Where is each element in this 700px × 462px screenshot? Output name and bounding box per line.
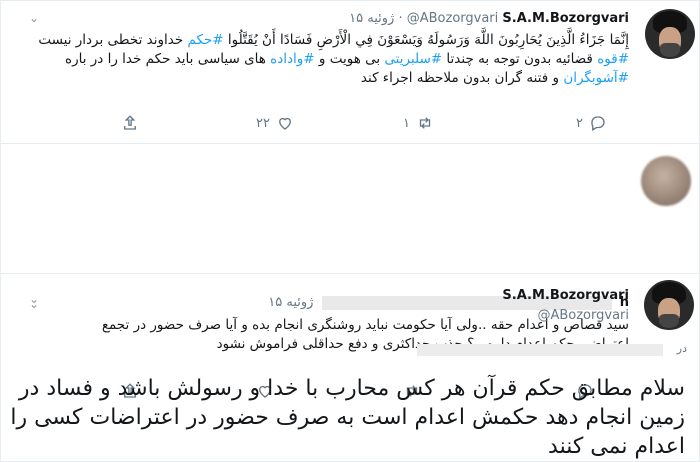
separator: · xyxy=(398,11,403,26)
avatar-beard xyxy=(659,314,679,328)
text-segment: قضائیه بدون توجه به چندتا xyxy=(442,51,598,67)
hashtag-link[interactable]: #آشوبگران xyxy=(563,70,629,86)
reply-prefix: در xyxy=(676,342,687,355)
hashtag-link[interactable]: #سلبریتی xyxy=(384,51,442,67)
retweet-count: ۱ xyxy=(403,115,410,131)
avatar-beard xyxy=(660,43,680,57)
hashtag-link[interactable]: #قوه xyxy=(597,51,629,67)
reply-count: ۲ xyxy=(576,115,583,131)
share-button[interactable] xyxy=(121,113,139,133)
tweet-2[interactable]: ⌄ ۱۵ ژوئیه h سید قصاص و اعدام حقه ..ولی … xyxy=(1,144,699,399)
tweet-date[interactable]: ۱۵ ژوئیه xyxy=(349,11,394,26)
retweet-button[interactable]: ۱ xyxy=(403,113,434,133)
retweet-icon xyxy=(419,117,431,129)
user-handle[interactable]: @ABozorgvari xyxy=(407,11,499,26)
avatar[interactable] xyxy=(645,9,695,59)
tweet-header: ۱۵ ژوئیه · @ABozorgvari S.A.M.Bozorgvari xyxy=(349,11,629,26)
hashtag-link[interactable]: #واداده xyxy=(270,51,314,67)
text-segment: إِنَّمَا جَزَاءُ الَّذِينَ يُحَارِبُونَ … xyxy=(223,32,629,48)
like-count: ۲۲ xyxy=(256,115,270,131)
hashtag-link[interactable]: #حکم xyxy=(187,32,223,48)
share-icon xyxy=(124,115,136,130)
text-segment: های سیاسی باید حکم خدا را در باره xyxy=(65,51,271,67)
tweet-header: S.A.M.Bozorgvari @ABozorgvari xyxy=(502,286,629,326)
reply-icon xyxy=(591,116,605,131)
tweet-text: إِنَّمَا جَزَاءُ الَّذِينَ يُحَارِبُونَ … xyxy=(29,31,629,88)
user-name[interactable]: S.A.M.Bozorgvari xyxy=(502,286,629,306)
user-handle[interactable]: @ABozorgvari xyxy=(502,306,629,326)
heart-icon xyxy=(279,117,291,130)
tweet-thread: ⌄ ۱۵ ژوئیه · @ABozorgvari S.A.M.Bozorgva… xyxy=(0,0,700,462)
chevron-down-icon[interactable]: ⌄ xyxy=(29,293,39,305)
reply-button[interactable]: ۲ xyxy=(576,113,607,133)
avatar[interactable] xyxy=(644,280,694,330)
like-button[interactable]: ۲۲ xyxy=(256,113,294,133)
chevron-down-icon[interactable]: ⌄ xyxy=(29,12,39,24)
tweet-text: سلام مطابق حکم قرآن هر کس محارب با خدا و… xyxy=(10,376,685,459)
avatar[interactable] xyxy=(641,156,691,206)
tweet-actions: ۲۲ ۱ ۲ xyxy=(121,113,641,133)
tweet-3[interactable]: ⌄ S.A.M.Bozorgvari @ABozorgvari در سلام … xyxy=(1,274,699,461)
user-name[interactable]: S.A.M.Bozorgvari xyxy=(502,11,629,26)
text-segment: خداوند تخطی بردار نیست xyxy=(38,32,188,48)
text-segment: و فتنه گران بدون ملاحظه اجراء کند xyxy=(360,70,564,86)
tweet-1[interactable]: ⌄ ۱۵ ژوئیه · @ABozorgvari S.A.M.Bozorgva… xyxy=(1,1,699,144)
replying-to: در xyxy=(417,342,687,358)
text-segment: بی هویت و xyxy=(314,51,385,67)
redacted-reply-target xyxy=(417,344,663,356)
